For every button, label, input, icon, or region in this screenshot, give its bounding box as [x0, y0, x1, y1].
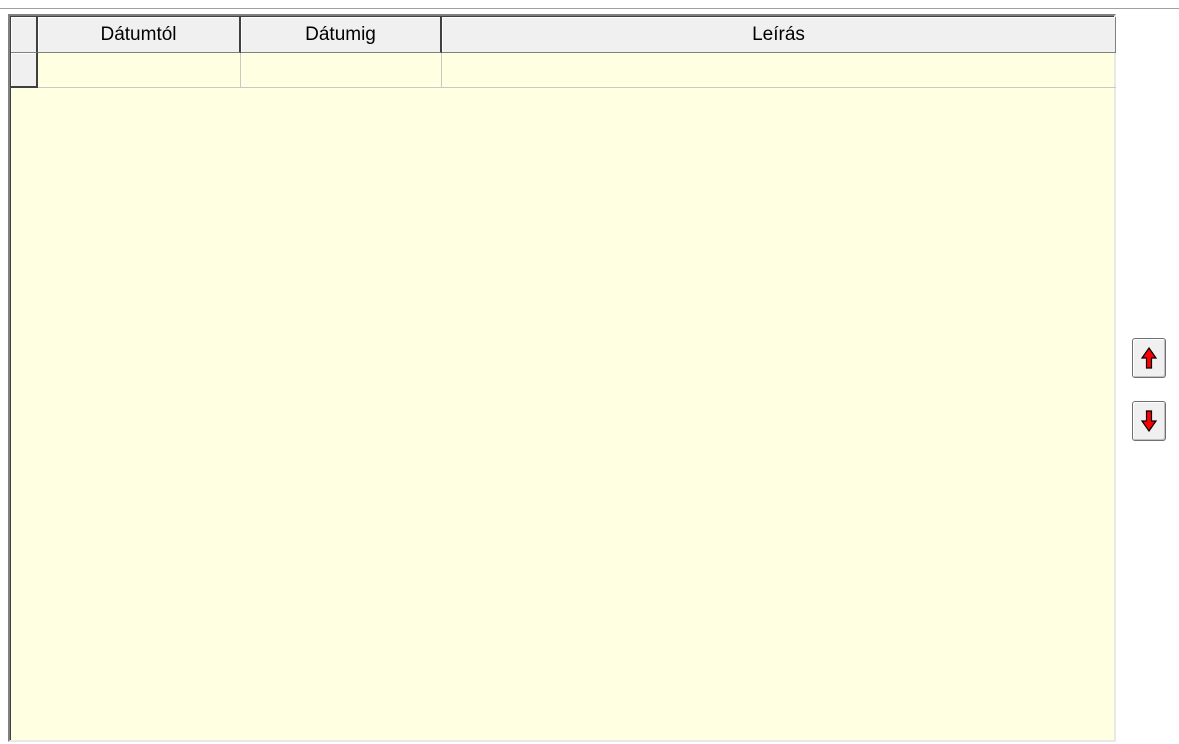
- arrow-up-icon: [1141, 347, 1157, 369]
- column-header-datumtol[interactable]: Dátumtól: [38, 17, 241, 53]
- cell-datumig[interactable]: [241, 53, 442, 88]
- table-row[interactable]: [11, 53, 1116, 88]
- arrow-down-icon: [1141, 410, 1157, 432]
- grid-header: Dátumtól Dátumig Leírás: [11, 17, 1116, 53]
- column-header-datumig[interactable]: Dátumig: [241, 17, 442, 53]
- window-top-border: [0, 8, 1179, 9]
- move-up-button[interactable]: [1132, 338, 1166, 378]
- cell-leiras[interactable]: [442, 53, 1116, 88]
- column-header-leiras[interactable]: Leírás: [442, 17, 1116, 53]
- move-down-button[interactable]: [1132, 401, 1166, 441]
- data-grid[interactable]: Dátumtól Dátumig Leírás: [8, 14, 1116, 742]
- header-row-indicator: [11, 17, 38, 53]
- data-grid-inner: Dátumtól Dátumig Leírás: [10, 16, 1116, 740]
- cell-datumtol[interactable]: [38, 53, 241, 88]
- row-indicator[interactable]: [11, 53, 38, 88]
